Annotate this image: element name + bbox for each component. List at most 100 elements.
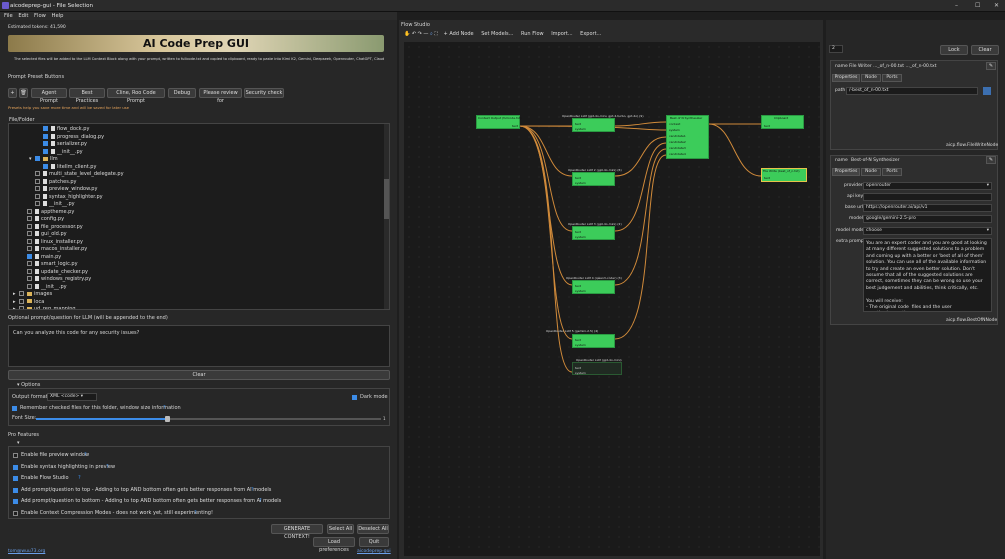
menu-edit[interactable]: Edit <box>18 13 28 19</box>
tree-checkbox[interactable] <box>35 201 40 206</box>
menu-help[interactable]: Help <box>52 13 64 19</box>
deselect-all-button[interactable]: Deselect All <box>357 524 389 534</box>
tree-checkbox[interactable] <box>35 186 40 191</box>
delete-preset-button[interactable]: 🗑 <box>19 88 28 98</box>
dark-mode-checkbox[interactable] <box>352 395 357 400</box>
load-preferences-button[interactable]: Load preferences <box>313 537 355 553</box>
file-tree[interactable]: flow_dock.py progress_dialog.py serializer… <box>8 123 390 310</box>
tree-checkbox[interactable] <box>19 298 24 304</box>
tree-row[interactable]: ▸ loca <box>13 298 44 306</box>
prompt-textarea[interactable]: Can you analyze this code for any securi… <box>8 325 390 367</box>
tree-checkbox[interactable] <box>27 223 32 229</box>
tree-checkbox[interactable] <box>27 261 32 266</box>
tree-checkbox[interactable] <box>43 126 48 131</box>
tree-row[interactable]: patches.py <box>29 178 77 186</box>
tree-checkbox[interactable] <box>19 291 24 296</box>
tree-checkbox[interactable] <box>43 133 48 139</box>
tree-row[interactable]: update_checker.py <box>21 268 88 276</box>
export-button[interactable]: Export... <box>580 31 601 37</box>
flow-canvas[interactable]: Context Output (fullcode.txt) text OpenR… <box>404 42 820 556</box>
help-icon[interactable]: ? <box>259 498 262 504</box>
tree-row[interactable]: litellm_client.py <box>37 163 96 171</box>
tree-row[interactable]: macos_installer.py <box>21 246 87 253</box>
pro-feature-checkbox[interactable] <box>13 499 18 504</box>
tree-checkbox[interactable] <box>27 276 32 281</box>
import-button[interactable]: Import... <box>551 31 572 37</box>
tab-properties[interactable]: Properties <box>832 74 860 82</box>
help-icon[interactable]: ? <box>251 487 254 493</box>
footer-app-link[interactable]: aicodeprep-gui <box>357 549 391 554</box>
minimize-icon[interactable]: – <box>955 2 958 9</box>
tree-scrollbar[interactable] <box>384 124 389 309</box>
tree-checkbox[interactable] <box>27 208 32 214</box>
tab-properties[interactable]: Properties <box>832 168 860 176</box>
tree-row[interactable]: linux_installer.py <box>21 238 83 246</box>
tree-checkbox[interactable] <box>35 156 40 161</box>
clear-prompt-button[interactable]: Clear <box>8 370 390 380</box>
tree-row[interactable]: __init__.py <box>21 283 67 291</box>
close-icon[interactable]: ✕ <box>994 2 999 9</box>
tree-checkbox[interactable] <box>35 171 40 176</box>
tree-checkbox[interactable] <box>43 163 48 169</box>
tree-row[interactable]: flow_dock.py <box>37 126 89 133</box>
redo-icon[interactable]: ↷ <box>418 31 422 37</box>
tree-checkbox[interactable] <box>27 253 32 259</box>
path-input[interactable]: /-best_of_n-00.txt <box>846 87 978 95</box>
pro-feature-checkbox[interactable] <box>13 476 18 481</box>
model-mode-select[interactable]: choose ▾ <box>863 227 992 235</box>
generate-context-button[interactable]: GENERATE CONTEXT! <box>271 524 323 540</box>
help-icon[interactable]: ? <box>194 510 197 516</box>
font-size-slider-handle[interactable] <box>165 416 171 422</box>
tree-row[interactable]: main.py <box>21 253 61 261</box>
pro-feature-checkbox[interactable] <box>13 510 18 516</box>
tree-row[interactable]: config.py <box>21 216 64 223</box>
fit-icon[interactable]: ⛶ <box>434 31 438 37</box>
tree-checkbox[interactable] <box>27 216 32 221</box>
edit-icon[interactable]: ✎ <box>986 156 996 164</box>
zoom-icon[interactable]: ⌕ <box>430 31 433 37</box>
edit-icon[interactable]: ✎ <box>986 62 996 70</box>
maximize-icon[interactable]: ☐ <box>975 2 980 9</box>
tree-checkbox[interactable] <box>35 193 40 199</box>
base-url-input[interactable]: https://openrouter.ai/api/v1 <box>863 204 992 212</box>
tab-ports[interactable]: Ports <box>882 74 902 82</box>
browse-icon[interactable] <box>983 87 991 95</box>
api-key-input[interactable] <box>863 193 992 201</box>
footer-email-link[interactable]: tom@wuu73.org <box>8 549 45 554</box>
tree-row[interactable]: apptheme.py <box>21 208 74 216</box>
font-size-slider[interactable] <box>36 416 381 422</box>
tree-checkbox[interactable] <box>27 238 32 244</box>
preset-security-check[interactable]: Security check <box>244 88 284 98</box>
preset-debug[interactable]: Debug <box>168 88 196 98</box>
tree-checkbox[interactable] <box>43 141 48 146</box>
help-icon[interactable]: ? <box>78 475 81 481</box>
line-icon[interactable]: — <box>423 31 428 37</box>
help-icon[interactable]: ? <box>163 405 166 411</box>
tree-row[interactable]: windows_registry.py <box>21 276 91 283</box>
preset-cline-roo[interactable]: Cline, Roo Code Prompt <box>107 88 165 104</box>
tree-checkbox[interactable] <box>27 231 32 236</box>
output-format-select[interactable]: XML <code> ▾ <box>47 393 97 401</box>
pro-feature-checkbox[interactable] <box>13 487 18 493</box>
tab-node[interactable]: Node <box>861 168 881 176</box>
tree-row[interactable]: __init__.py <box>37 148 83 156</box>
tree-checkbox[interactable] <box>27 283 32 289</box>
help-icon[interactable]: ? <box>84 452 87 458</box>
extra-prompt-textarea[interactable]: You are an expert coder and you are good… <box>863 238 992 312</box>
quit-button[interactable]: Quit <box>359 537 389 547</box>
tree-row[interactable]: smart_logic.py <box>21 261 78 268</box>
tree-row[interactable]: __init__.py <box>29 201 75 208</box>
help-icon[interactable]: ? <box>106 464 109 470</box>
provider-select[interactable]: openrouter ▾ <box>863 182 992 190</box>
tree-checkbox[interactable] <box>27 268 32 274</box>
tab-node[interactable]: Node <box>861 74 881 82</box>
tree-checkbox[interactable] <box>27 246 32 251</box>
tree-checkbox[interactable] <box>43 148 48 154</box>
model-input[interactable]: google/gemini-2.5-pro <box>863 215 992 223</box>
pro-feature-checkbox[interactable] <box>13 453 18 458</box>
tree-row[interactable]: gui_old.py <box>21 231 67 238</box>
tree-row[interactable]: multi_state_level_delegate.py <box>29 171 124 178</box>
counter-spinbox[interactable]: 2 <box>829 45 843 53</box>
preset-best-practices[interactable]: Best Practices <box>69 88 105 104</box>
run-flow-button[interactable]: Run Flow <box>521 31 544 37</box>
